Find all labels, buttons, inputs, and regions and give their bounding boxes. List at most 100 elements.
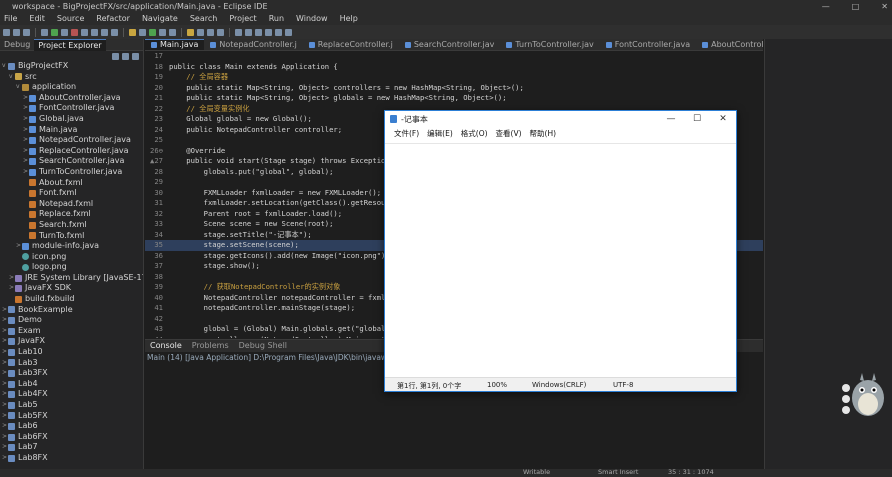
code-line[interactable]: 21 public static Map<String, Object> glo… xyxy=(145,93,763,104)
editor-tab[interactable]: AboutController.jav xyxy=(696,39,763,50)
tree-item[interactable]: > NotepadController.java xyxy=(0,135,143,146)
tree-item[interactable]: > JavaFX SDK xyxy=(0,283,143,294)
debug-icon[interactable] xyxy=(139,28,146,36)
previous-annotation-icon[interactable] xyxy=(265,28,272,36)
code-line[interactable]: 17 xyxy=(145,51,763,62)
menu-window[interactable]: Window xyxy=(296,13,328,25)
tree-item[interactable]: > Lab4FX xyxy=(0,389,143,400)
editor-tab[interactable]: FontController.java xyxy=(600,39,696,50)
tree-item[interactable]: build.fxbuild xyxy=(0,294,143,305)
run-icon[interactable] xyxy=(149,28,156,36)
tree-item[interactable]: About.fxml xyxy=(0,178,143,189)
new-java-package-icon[interactable] xyxy=(187,28,194,36)
save-all-icon[interactable] xyxy=(23,28,30,36)
tree-item[interactable]: > Main.java xyxy=(0,125,143,136)
editor-tab[interactable]: SearchController.jav xyxy=(399,39,501,50)
editor-tab[interactable]: NotepadController.j xyxy=(204,39,302,50)
tree-item[interactable]: > Lab3FX xyxy=(0,368,143,379)
menu-project[interactable]: Project xyxy=(229,13,256,25)
tree-item[interactable]: > JavaFX xyxy=(0,336,143,347)
menu-run[interactable]: Run xyxy=(269,13,284,25)
maximize-button[interactable]: □ xyxy=(852,0,860,13)
tree-item[interactable]: v src xyxy=(0,72,143,83)
suspend-icon[interactable] xyxy=(61,28,68,36)
notepad-menu-view[interactable]: 查看(V) xyxy=(496,127,522,141)
notepad-menu-help[interactable]: 帮助(H) xyxy=(530,127,557,141)
link-editor-icon[interactable] xyxy=(122,52,129,60)
tab-problems[interactable]: Problems xyxy=(187,340,234,352)
menu-navigate[interactable]: Navigate xyxy=(142,13,178,25)
save-icon[interactable] xyxy=(13,28,20,36)
resume-icon[interactable] xyxy=(51,28,58,36)
notepad-menu-format[interactable]: 格式(O) xyxy=(461,127,488,141)
tree-item[interactable]: > FontController.java xyxy=(0,103,143,114)
menu-source[interactable]: Source xyxy=(57,13,84,25)
tree-item[interactable]: Notepad.fxml xyxy=(0,199,143,210)
collapse-all-icon[interactable] xyxy=(112,52,119,60)
tree-item[interactable]: > Lab4 xyxy=(0,379,143,390)
notepad-text-area[interactable] xyxy=(385,143,736,378)
code-line[interactable]: 20 public static Map<String, Object> con… xyxy=(145,83,763,94)
coverage-icon[interactable] xyxy=(159,28,166,36)
tree-item[interactable]: > Global.java xyxy=(0,114,143,125)
step-over-icon[interactable] xyxy=(101,28,108,36)
open-type-icon[interactable] xyxy=(129,28,136,36)
view-menu-icon[interactable] xyxy=(132,52,139,60)
new-icon[interactable] xyxy=(3,28,10,36)
tree-item[interactable]: > Demo xyxy=(0,315,143,326)
tree-item[interactable]: > SearchController.java xyxy=(0,156,143,167)
toggle-mark-occurrences-icon[interactable] xyxy=(235,28,242,36)
notepad-close-button[interactable]: ✕ xyxy=(710,111,736,127)
menu-help[interactable]: Help xyxy=(340,13,358,25)
menu-file[interactable]: File xyxy=(4,13,17,25)
tree-item[interactable]: icon.png xyxy=(0,252,143,263)
tree-item[interactable]: > Lab7 xyxy=(0,442,143,453)
tree-item[interactable]: > Exam xyxy=(0,326,143,337)
tree-item[interactable]: logo.png xyxy=(0,262,143,273)
notepad-menu-edit[interactable]: 编辑(E) xyxy=(427,127,453,141)
tab-debug[interactable]: Debug xyxy=(0,39,34,51)
tree-item[interactable]: > ReplaceController.java xyxy=(0,146,143,157)
show-whitespace-icon[interactable] xyxy=(245,28,252,36)
tree-item[interactable]: > Lab6FX xyxy=(0,432,143,443)
back-icon[interactable] xyxy=(275,28,282,36)
open-task-icon[interactable] xyxy=(207,28,214,36)
disconnect-icon[interactable] xyxy=(81,28,88,36)
skip-breakpoints-icon[interactable] xyxy=(41,28,48,36)
step-return-icon[interactable] xyxy=(111,28,118,36)
menu-refactor[interactable]: Refactor xyxy=(96,13,130,25)
tree-item[interactable]: Replace.fxml xyxy=(0,209,143,220)
step-into-icon[interactable] xyxy=(91,28,98,36)
tree-item[interactable]: > Lab5 xyxy=(0,400,143,411)
editor-tab[interactable]: ReplaceController.j xyxy=(303,39,399,50)
tree-item[interactable]: v BigProjectFX xyxy=(0,61,143,72)
tree-item[interactable]: v application xyxy=(0,82,143,93)
tree-item[interactable]: > JRE System Library [JavaSE-17] xyxy=(0,273,143,284)
code-line[interactable]: 19 // 全局容器 xyxy=(145,72,763,83)
tree-item[interactable]: > Lab5FX xyxy=(0,411,143,422)
minimize-button[interactable]: — xyxy=(822,0,830,13)
new-java-class-icon[interactable] xyxy=(197,28,204,36)
tree-item[interactable]: > Lab6 xyxy=(0,421,143,432)
forward-icon[interactable] xyxy=(285,28,292,36)
tree-item[interactable]: > Lab10 xyxy=(0,347,143,358)
tree-item[interactable]: Font.fxml xyxy=(0,188,143,199)
tab-debug-shell[interactable]: Debug Shell xyxy=(234,340,292,352)
tree-item[interactable]: > Lab8FX xyxy=(0,453,143,464)
tree-item[interactable]: TurnTo.fxml xyxy=(0,231,143,242)
tree-item[interactable]: > AboutController.java xyxy=(0,93,143,104)
close-button[interactable]: ✕ xyxy=(881,0,888,13)
search-icon[interactable] xyxy=(217,28,224,36)
menu-edit[interactable]: Edit xyxy=(29,13,45,25)
terminate-icon[interactable] xyxy=(71,28,78,36)
editor-tab[interactable]: Main.java xyxy=(145,39,205,50)
editor-tab[interactable]: TurnToController.jav xyxy=(500,39,599,50)
notepad-minimize-button[interactable]: — xyxy=(658,111,684,127)
menu-search[interactable]: Search xyxy=(190,13,217,25)
next-annotation-icon[interactable] xyxy=(255,28,262,36)
notepad-menu-file[interactable]: 文件(F) xyxy=(394,127,419,141)
tree-item[interactable]: > module-info.java xyxy=(0,241,143,252)
notepad-maximize-button[interactable]: ☐ xyxy=(684,111,710,127)
tab-console[interactable]: Console xyxy=(145,340,187,352)
code-line[interactable]: 18 public class Main extends Application … xyxy=(145,62,763,73)
